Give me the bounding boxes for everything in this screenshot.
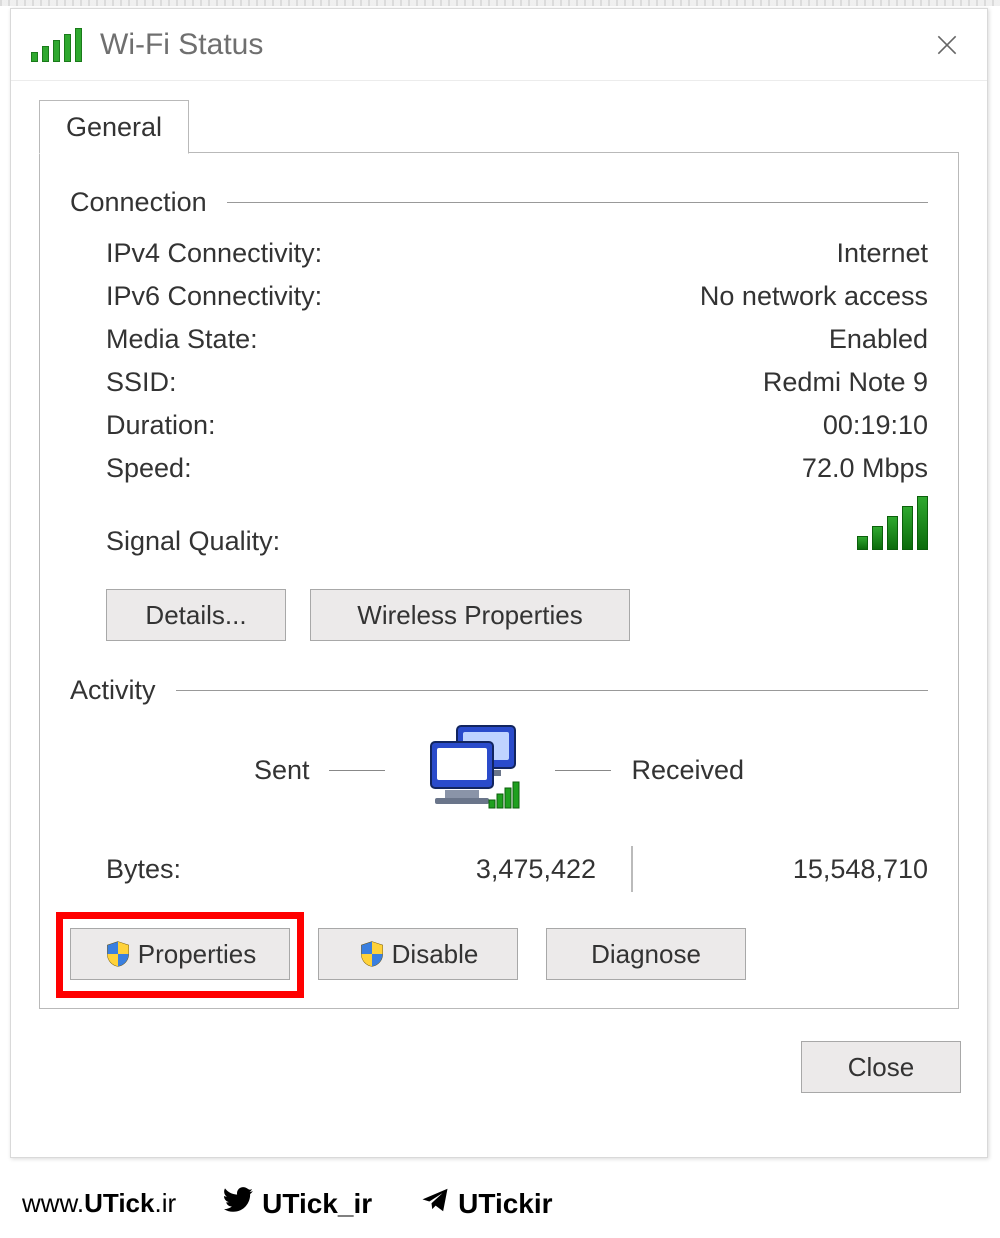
activity-header-row: Sent <box>70 720 928 820</box>
watermark-site: www.UTick.ir <box>22 1188 176 1219</box>
group-header-activity: Activity <box>70 675 928 706</box>
window-title: Wi-Fi Status <box>100 28 929 62</box>
label-signal-quality: Signal Quality: <box>106 526 280 557</box>
value-ipv4: Internet <box>836 238 928 269</box>
label-ssid: SSID: <box>106 367 177 398</box>
label-ipv6: IPv6 Connectivity: <box>106 281 322 312</box>
value-ssid: Redmi Note 9 <box>763 367 928 398</box>
properties-button[interactable]: Properties <box>70 928 290 980</box>
wireless-properties-button[interactable]: Wireless Properties <box>310 589 630 641</box>
label-sent: Sent <box>254 755 310 786</box>
value-bytes-sent: 3,475,422 <box>366 854 596 885</box>
wifi-status-window: Wi-Fi Status General Connection IPv4 Con… <box>10 8 988 1158</box>
uac-shield-icon <box>358 940 386 968</box>
wifi-bars-icon <box>31 28 82 62</box>
group-title-connection: Connection <box>70 187 207 218</box>
uac-shield-icon <box>104 940 132 968</box>
label-media-state: Media State: <box>106 324 258 355</box>
group-header-connection: Connection <box>70 187 928 218</box>
telegram-icon <box>420 1185 450 1222</box>
watermark-telegram: UTickir <box>420 1185 552 1222</box>
label-speed: Speed: <box>106 453 192 484</box>
network-activity-icon <box>405 720 535 820</box>
title-bar: Wi-Fi Status <box>11 9 987 81</box>
tab-strip: General <box>39 99 959 153</box>
value-signal-bars <box>857 496 928 557</box>
value-media-state: Enabled <box>829 324 928 355</box>
connection-rows: IPv4 Connectivity: Internet IPv6 Connect… <box>106 232 928 563</box>
bytes-divider <box>596 846 668 892</box>
value-ipv6: No network access <box>700 281 928 312</box>
label-bytes: Bytes: <box>106 854 366 885</box>
properties-button-label: Properties <box>138 939 257 970</box>
value-bytes-received: 15,548,710 <box>668 854 928 885</box>
twitter-icon <box>224 1185 254 1222</box>
tab-panel-general: Connection IPv4 Connectivity: Internet I… <box>39 153 959 1009</box>
decorative-top-strip <box>0 0 1000 6</box>
label-ipv4: IPv4 Connectivity: <box>106 238 322 269</box>
tab-general[interactable]: General <box>39 100 189 154</box>
close-button[interactable]: Close <box>801 1041 961 1093</box>
diagnose-button[interactable]: Diagnose <box>546 928 746 980</box>
group-title-activity: Activity <box>70 675 156 706</box>
watermark-twitter: UTick_ir <box>224 1185 372 1222</box>
value-speed: 72.0 Mbps <box>802 453 928 484</box>
close-icon[interactable] <box>929 27 965 63</box>
details-button[interactable]: Details... <box>106 589 286 641</box>
disable-button[interactable]: Disable <box>318 928 518 980</box>
value-duration: 00:19:10 <box>823 410 928 441</box>
disable-button-label: Disable <box>392 939 479 970</box>
watermark-footer: www.UTick.ir UTick_ir UTickir <box>22 1185 553 1222</box>
activity-bytes-row: Bytes: 3,475,422 15,548,710 <box>106 846 928 892</box>
signal-bars-icon <box>857 496 928 550</box>
highlight-properties: Properties <box>70 928 290 980</box>
label-received: Received <box>631 755 744 786</box>
label-duration: Duration: <box>106 410 216 441</box>
